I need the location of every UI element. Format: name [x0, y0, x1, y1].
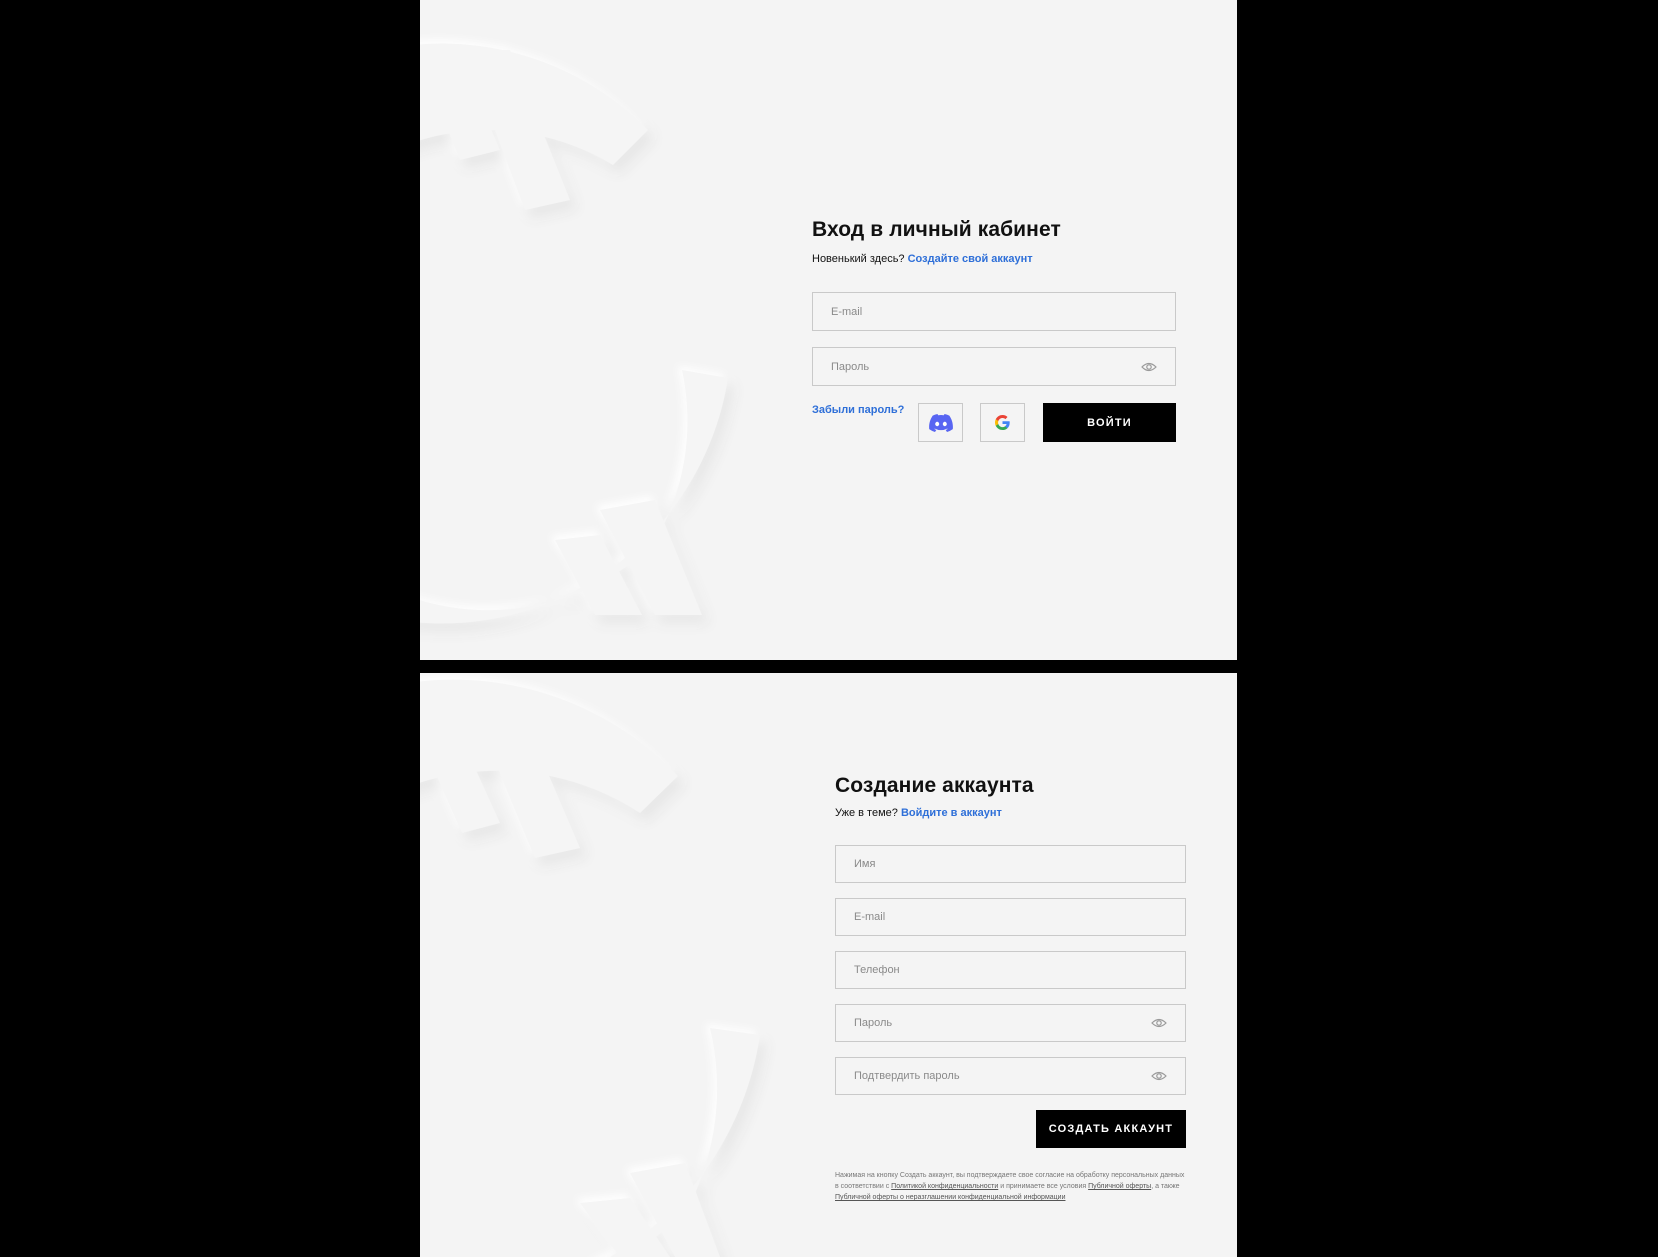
login-password-field[interactable] [812, 347, 1176, 386]
login-panel: Вход в личный кабинет Новенький здесь? С… [420, 0, 1237, 660]
privacy-policy-link[interactable]: Политикой конфиденциальности [891, 1183, 998, 1190]
register-subtitle-text: Уже в теме? [835, 807, 901, 819]
register-subtitle: Уже в теме? Войдите в аккаунт [835, 806, 1186, 820]
login-email-input[interactable] [813, 293, 1175, 330]
discord-icon [928, 413, 953, 432]
nda-offer-link[interactable]: Публичной оферты о неразглашении конфиде… [835, 1194, 1065, 1201]
discord-login-button[interactable] [918, 403, 963, 442]
login-actions-row: Забыли пароль? ВОЙТИ [812, 403, 1176, 442]
login-subtitle: Новенький здесь? Создайте свой аккаунт [812, 252, 1176, 266]
register-phone-field[interactable] [835, 951, 1186, 989]
eye-icon[interactable] [1141, 361, 1157, 373]
register-confirm-input[interactable] [836, 1058, 1185, 1094]
legal-notice: Нажимая на кнопку Создать аккаунт, вы по… [835, 1170, 1186, 1203]
sign-in-link[interactable]: Войдите в аккаунт [901, 807, 1002, 819]
register-name-field[interactable] [835, 845, 1186, 883]
legal-text-3: , а также [1151, 1183, 1180, 1190]
create-account-link[interactable]: Создайте свой аккаунт [908, 253, 1033, 265]
register-phone-input[interactable] [836, 952, 1185, 988]
register-submit-button[interactable]: СОЗДАТЬ АККАУНТ [1036, 1110, 1186, 1148]
login-email-field[interactable] [812, 292, 1176, 331]
login-form: Вход в личный кабинет Новенький здесь? С… [812, 217, 1176, 442]
eye-icon[interactable] [1151, 1017, 1167, 1029]
register-email-input[interactable] [836, 899, 1185, 935]
register-name-input[interactable] [836, 846, 1185, 882]
forgot-password-link[interactable]: Забыли пароль? [812, 403, 918, 417]
google-login-button[interactable] [980, 403, 1025, 442]
register-password-input[interactable] [836, 1005, 1185, 1041]
login-password-input[interactable] [813, 348, 1175, 385]
register-submit-row: СОЗДАТЬ АККАУНТ [835, 1110, 1186, 1148]
register-confirm-field[interactable] [835, 1057, 1186, 1095]
login-subtitle-text: Новенький здесь? [812, 253, 908, 265]
eye-icon[interactable] [1151, 1070, 1167, 1082]
public-offer-link[interactable]: Публичной оферты [1088, 1183, 1151, 1190]
register-title: Создание аккаунта [835, 774, 1034, 797]
register-form: Создание аккаунта Уже в теме? Войдите в … [835, 773, 1186, 1203]
register-password-field[interactable] [835, 1004, 1186, 1042]
register-email-field[interactable] [835, 898, 1186, 936]
google-icon [995, 415, 1010, 430]
login-title: Вход в личный кабинет [812, 218, 1061, 241]
login-submit-button[interactable]: ВОЙТИ [1043, 403, 1176, 442]
legal-text-2: и принимаете все условия [998, 1183, 1089, 1190]
